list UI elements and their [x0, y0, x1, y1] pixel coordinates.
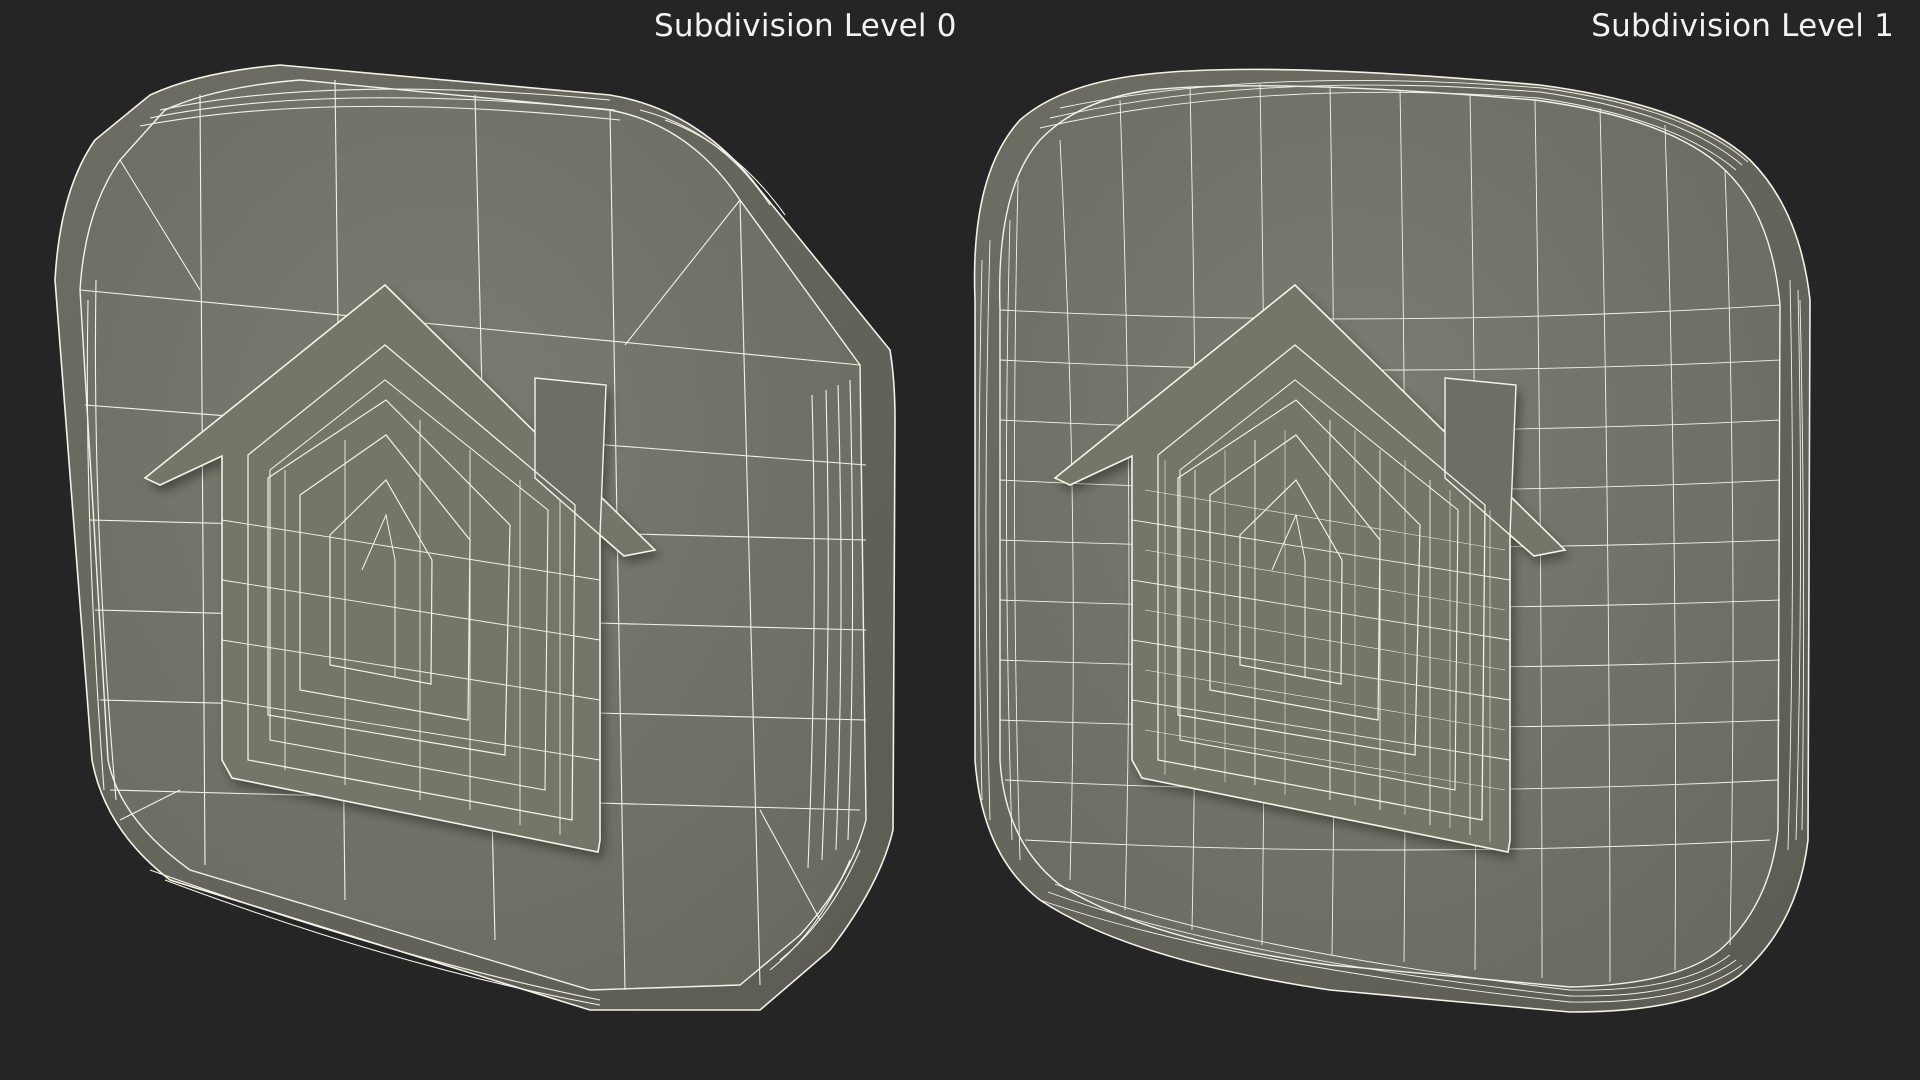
- wireframe-renders: [54, 64, 1811, 1013]
- model-level-0: [54, 64, 896, 1011]
- model-level-1: [973, 68, 1811, 1013]
